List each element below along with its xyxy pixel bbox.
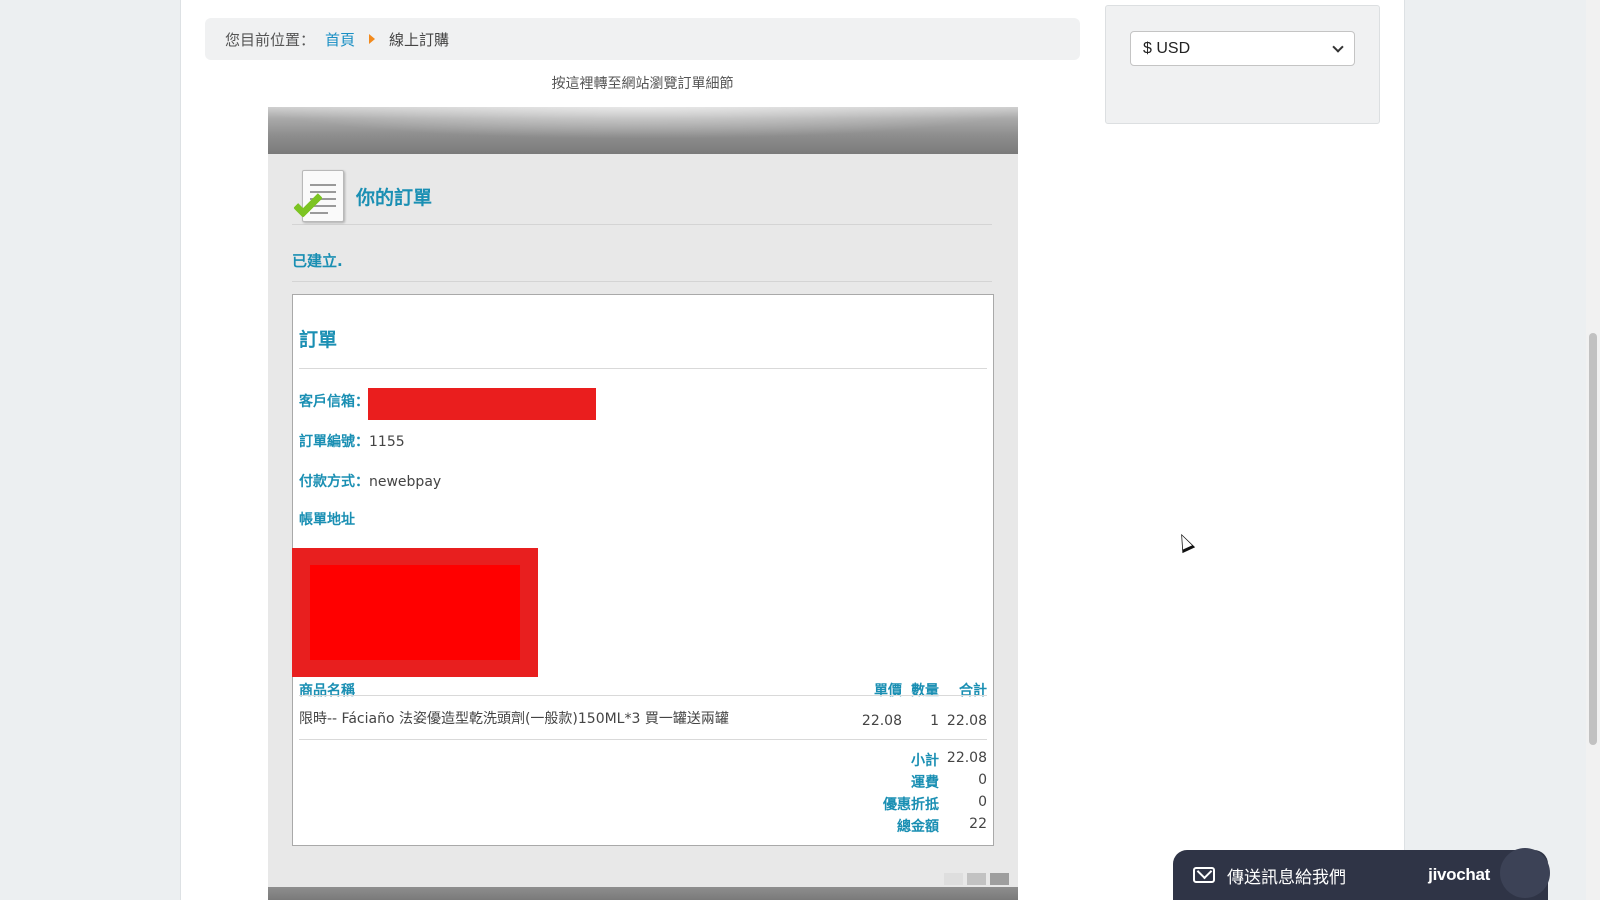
mail-icon [1193, 867, 1215, 883]
column-quantity: 數量 [911, 683, 939, 699]
summary-grand-total: 總金額 22 [787, 816, 987, 838]
pager-dot[interactable] [990, 873, 1009, 885]
summary-label: 運費 [911, 775, 939, 791]
summary-label: 優惠折抵 [883, 797, 939, 813]
column-total: 合計 [959, 683, 987, 699]
breadcrumb-home-link[interactable]: 首頁 [325, 29, 355, 50]
billing-address-label: 帳單地址 [299, 512, 355, 528]
summary-value: 22.08 [946, 750, 987, 766]
order-title-row: 你的訂單 [292, 169, 992, 225]
customer-email-field: 客戶信箱： [299, 391, 369, 411]
payment-method-value: newebpay [369, 474, 442, 490]
currency-select[interactable]: $ USD [1130, 31, 1355, 66]
redacted-billing-address [292, 548, 538, 677]
scrollbar-thumb[interactable] [1589, 333, 1597, 745]
summary-discount: 優惠折抵 0 [787, 794, 987, 816]
summary-label: 小計 [911, 753, 939, 769]
order-details-box: 訂單 客戶信箱： 訂單編號：1155 付款方式：newebpay 帳單地址 商品… [292, 294, 994, 846]
order-number-value: 1155 [369, 434, 405, 450]
summary-label: 總金額 [897, 819, 939, 835]
column-product-name: 商品名稱 [299, 683, 355, 699]
item-qty: 1 [930, 713, 939, 729]
chat-brand-logo: jivochat [1428, 865, 1490, 884]
summary-shipping: 運費 0 [787, 772, 987, 794]
redacted-email [368, 388, 596, 420]
item-total: 22.08 [946, 713, 987, 729]
view-order-details-link[interactable]: 按這裡轉至網站瀏覽訂單細節 [205, 73, 1080, 93]
items-table-header: 商品名稱 單價 數量 合計 [299, 680, 987, 700]
pager-dot[interactable] [967, 873, 986, 885]
order-receipt: 你的訂單 已建立. 訂單 客戶信箱： 訂單編號：1155 付款方式：newebp… [268, 107, 1018, 900]
currency-selected-value: $ USD [1143, 39, 1191, 57]
pager-dot[interactable] [944, 873, 963, 885]
divider [299, 368, 987, 369]
order-heading: 訂單 [299, 329, 338, 351]
billing-address-field: 帳單地址 [299, 509, 355, 529]
breadcrumb: 您目前位置： 首頁 線上訂購 [205, 18, 1080, 60]
receipt-pager [944, 873, 1009, 885]
chat-message-label: 傳送訊息給我們 [1227, 867, 1346, 888]
item-name: 限時-- Fáciaño 法姿優造型乾洗頭劑(一般款)150ML*3 買一罐送兩… [299, 711, 729, 727]
payment-method-field: 付款方式：newebpay [299, 471, 441, 491]
breadcrumb-arrow-icon [369, 34, 376, 44]
summary-value: 22 [969, 816, 987, 832]
receipt-header-bar [268, 107, 1018, 154]
breadcrumb-current: 線上訂購 [389, 30, 450, 49]
chat-avatar-bubble[interactable] [1500, 848, 1550, 898]
receipt-footer-bar [268, 887, 1018, 900]
divider [299, 739, 987, 740]
summary-subtotal: 小計 22.08 [787, 750, 987, 772]
item-price: 22.08 [861, 713, 902, 729]
order-status: 已建立. [292, 250, 992, 282]
summary-value: 0 [978, 772, 987, 788]
page-scrollbar[interactable] [1586, 0, 1600, 900]
document-check-icon [292, 168, 350, 226]
chevron-down-icon [1332, 40, 1344, 53]
order-number-label: 訂單編號： [299, 434, 369, 450]
summary-value: 0 [978, 794, 987, 810]
payment-method-label: 付款方式： [299, 474, 369, 490]
breadcrumb-prefix: 您目前位置： [225, 30, 316, 49]
order-summary: 小計 22.08 運費 0 優惠折抵 0 總金額 22 [787, 750, 987, 838]
customer-email-label: 客戶信箱： [299, 394, 369, 410]
order-title: 你的訂單 [356, 187, 433, 209]
column-unit-price: 單價 [874, 683, 902, 699]
chat-widget[interactable]: 傳送訊息給我們 jivochat [1173, 848, 1550, 900]
currency-sidebar: $ USD [1105, 5, 1380, 124]
table-row: 限時-- Fáciaño 法姿優造型乾洗頭劑(一般款)150ML*3 買一罐送兩… [299, 708, 987, 748]
divider [299, 695, 987, 696]
order-number-field: 訂單編號：1155 [299, 431, 405, 451]
